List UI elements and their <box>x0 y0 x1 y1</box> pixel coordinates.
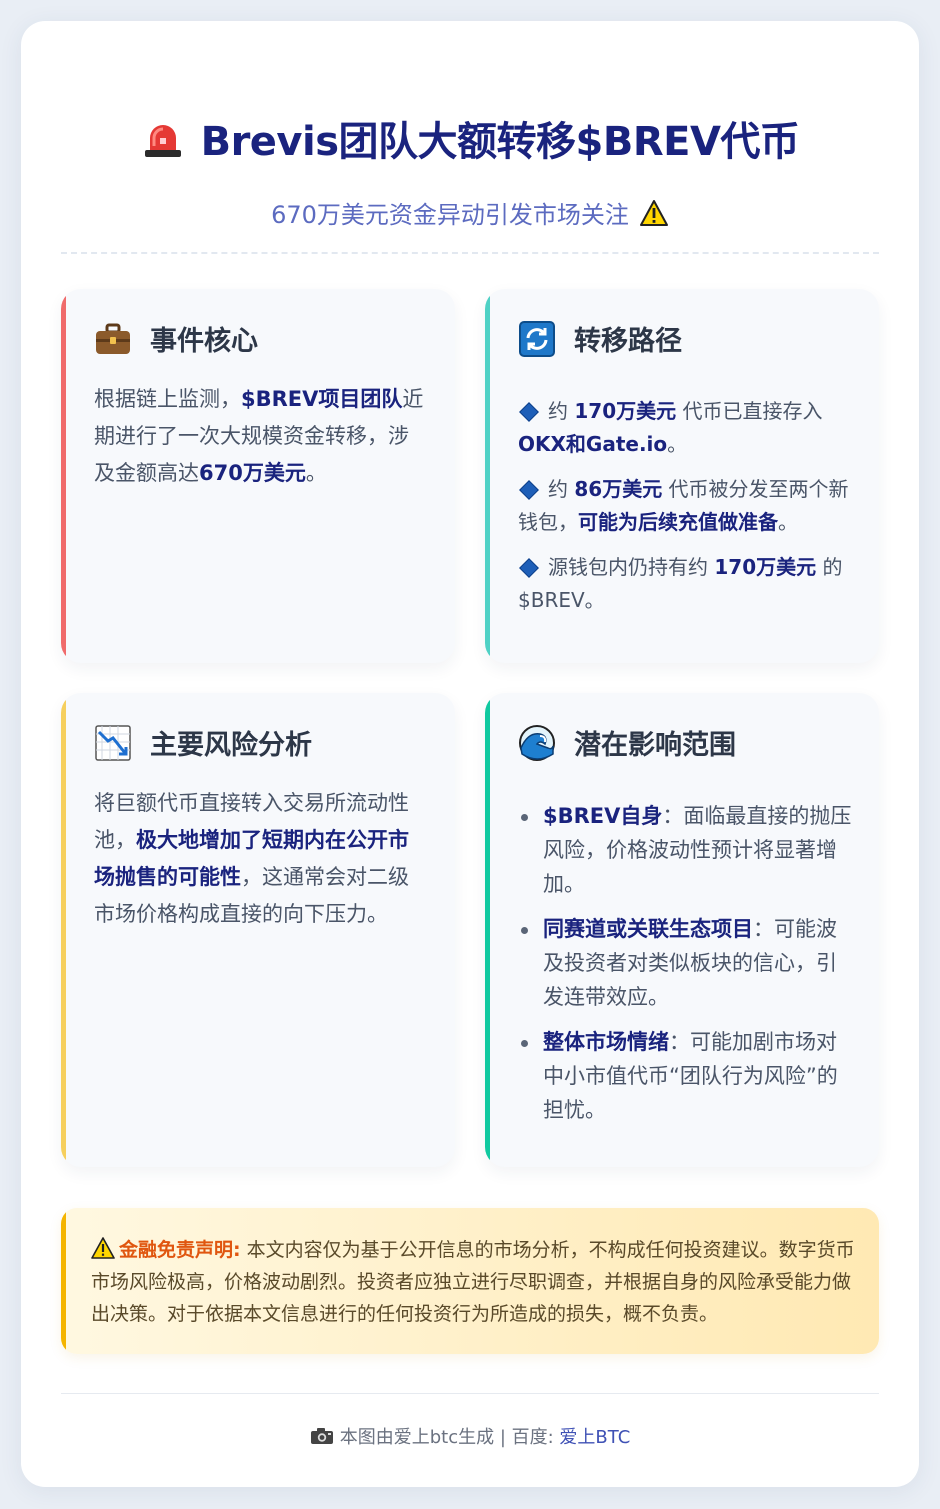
highlight-text: 86万美元 <box>574 477 663 501</box>
disclaimer-label: 金融免责声明: <box>119 1239 241 1261</box>
page-subtitle-text: 670万美元资金异动引发市场关注 <box>271 201 629 229</box>
disclaimer-box: 金融免责声明: 本文内容仅为基于公开信息的市场分析，不构成任何投资建议。数字货币… <box>61 1208 879 1354</box>
text-segment: 源钱包内仍持有约 <box>548 555 715 579</box>
panel-risk-analysis-header: 主要风险分析 <box>94 723 312 762</box>
list-item: $BREV自身：面临最直接的抛压风险，价格波动性预计将显著增加。 <box>518 799 855 901</box>
main-card: Brevis团队大额转移$BREV代币 670万美元资金异动引发市场关注 事件核… <box>21 21 919 1487</box>
list-item: 同赛道或关联生态项目：可能波及投资者对类似板块的信心，引发连带效应。 <box>518 912 855 1014</box>
highlight-text: 整体市场情绪 <box>543 1030 669 1054</box>
highlight-text: 670万美元 <box>199 461 306 485</box>
diamond-bullet-icon <box>519 557 539 578</box>
warning-icon <box>639 199 668 226</box>
camera-icon <box>310 1428 333 1444</box>
header-divider <box>61 252 879 254</box>
panel-transfer-route-header: 转移路径 <box>518 319 682 358</box>
footer-text: 本图由爱上btc生成 | 百度: <box>339 1427 560 1448</box>
page-subtitle: 670万美元资金异动引发市场关注 <box>271 195 669 230</box>
route-item: 源钱包内仍持有约 170万美元 的 $BREV。 <box>518 551 855 617</box>
panel-risk-analysis-body: 将巨额代币直接转入交易所流动性池，极大地增加了短期内在公开市场抛售的可能性，这通… <box>94 785 427 933</box>
highlight-text: $BREV自身 <box>543 804 663 828</box>
panel-potential-impact-body: $BREV自身：面临最直接的抛压风险，价格波动性预计将显著增加。 同赛道或关联生… <box>518 799 855 1138</box>
panel-transfer-route-title: 转移路径 <box>574 326 682 357</box>
highlight-text: 可能为后续充值做准备 <box>578 510 778 534</box>
panel-risk-analysis-title: 主要风险分析 <box>150 730 312 761</box>
text-segment: 。 <box>667 432 688 456</box>
panel-event-core-title: 事件核心 <box>150 326 258 357</box>
panel-event-core-header: 事件核心 <box>94 319 258 358</box>
panel-transfer-route: 转移路径 约 170万美元 代币已直接存入 OKX和Gate.io。 约 86万… <box>485 289 879 663</box>
header: Brevis团队大额转移$BREV代币 670万美元资金异动引发市场关注 <box>21 109 919 230</box>
impact-list: $BREV自身：面临最直接的抛压风险，价格波动性预计将显著增加。 同赛道或关联生… <box>518 799 855 1127</box>
disclaimer-text: 金融免责声明: 本文内容仅为基于公开信息的市场分析，不构成任何投资建议。数字货币… <box>91 1234 855 1330</box>
warning-icon <box>91 1237 115 1259</box>
chart-decreasing-icon <box>95 724 131 761</box>
route-item: 约 170万美元 代币已直接存入 OKX和Gate.io。 <box>518 395 855 461</box>
text-segment: 约 <box>548 399 575 423</box>
page-title: Brevis团队大额转移$BREV代币 <box>141 109 800 167</box>
footer-divider <box>61 1393 879 1394</box>
highlight-text: 170万美元 <box>574 399 677 423</box>
page-title-text: Brevis团队大额转移$BREV代币 <box>200 119 800 165</box>
route-item: 约 86万美元 代币被分发至两个新钱包，可能为后续充值做准备。 <box>518 473 855 539</box>
panel-potential-impact-title: 潜在影响范围 <box>574 730 736 761</box>
panel-event-core-body: 根据链上监测，$BREV项目团队近期进行了一次大规模资金转移，涉及金额高达670… <box>94 381 427 492</box>
highlight-text: 170万美元 <box>714 555 817 579</box>
refresh-icon <box>519 320 555 357</box>
highlight-text: 同赛道或关联生态项目 <box>543 917 753 941</box>
text-segment: 约 <box>548 477 575 501</box>
footer-brand-link[interactable]: 爱上BTC <box>559 1427 630 1448</box>
footer: 本图由爱上btc生成 | 百度: 爱上BTC <box>21 1423 919 1449</box>
list-item: 整体市场情绪：可能加剧市场对中小市值代币“团队行为风险”的担忧。 <box>518 1025 855 1127</box>
panel-transfer-route-body: 约 170万美元 代币已直接存入 OKX和Gate.io。 约 86万美元 代币… <box>518 395 855 629</box>
diamond-bullet-icon <box>519 479 539 500</box>
text-segment: 根据链上监测， <box>94 387 241 411</box>
highlight-text: OKX和Gate.io <box>518 432 668 456</box>
panel-risk-analysis: 主要风险分析 将巨额代币直接转入交易所流动性池，极大地增加了短期内在公开市场抛售… <box>61 693 455 1167</box>
text-segment: 。 <box>305 461 327 485</box>
briefcase-icon <box>96 323 130 354</box>
highlight-text: $BREV项目团队 <box>241 387 403 411</box>
text-segment: 代币已直接存入 <box>676 399 823 423</box>
panel-potential-impact-header: 潜在影响范围 <box>518 723 736 762</box>
panel-potential-impact: 潜在影响范围 $BREV自身：面临最直接的抛压风险，价格波动性预计将显著增加。 … <box>485 693 879 1167</box>
siren-icon <box>144 125 181 157</box>
wave-icon <box>519 724 555 761</box>
panel-event-core: 事件核心 根据链上监测，$BREV项目团队近期进行了一次大规模资金转移，涉及金额… <box>61 289 455 663</box>
diamond-bullet-icon <box>519 401 539 422</box>
text-segment: 。 <box>778 510 798 534</box>
